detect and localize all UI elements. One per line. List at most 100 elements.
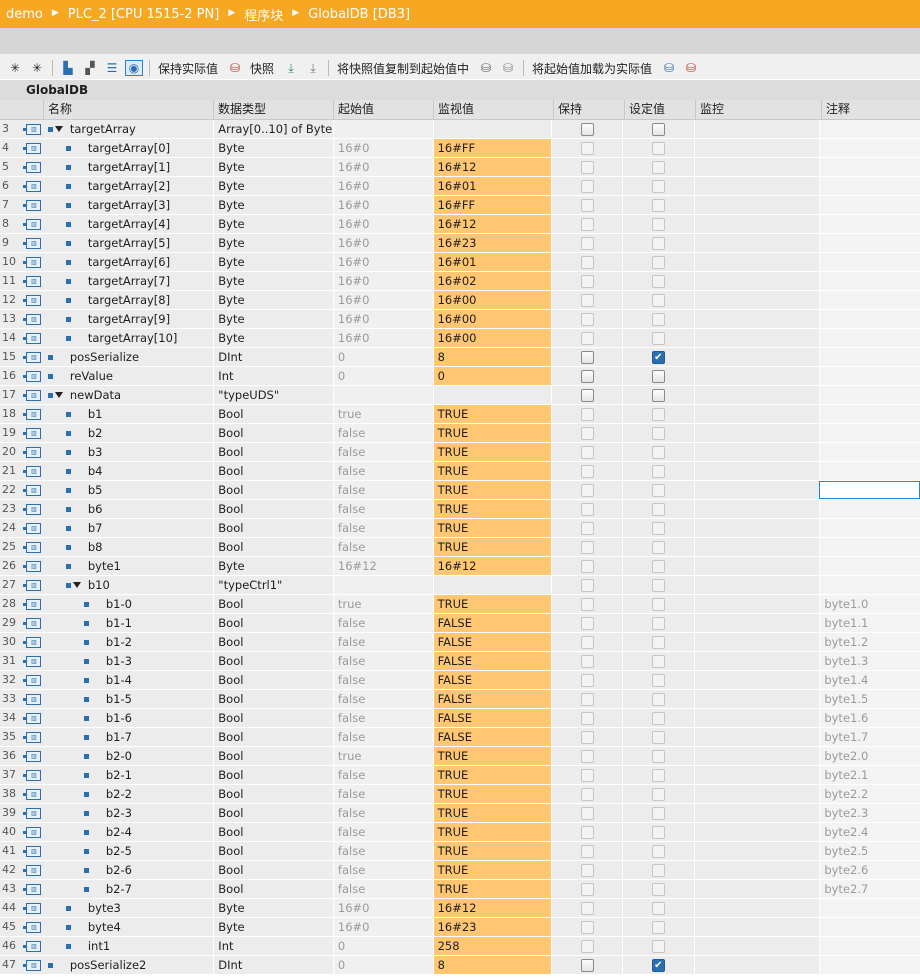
supervision-cell[interactable]: [693, 462, 820, 480]
header-comment[interactable]: 注释: [822, 100, 920, 119]
datatype-cell[interactable]: Bool: [213, 842, 333, 860]
breadcrumb-block[interactable]: GlobalDB [DB3]: [308, 7, 410, 22]
supervision-cell[interactable]: [693, 652, 820, 670]
comment-cell[interactable]: [819, 139, 920, 157]
retain-cell[interactable]: [551, 842, 622, 860]
datatype-cell[interactable]: Bool: [213, 519, 333, 537]
supervision-cell[interactable]: [693, 329, 820, 347]
supervision-cell[interactable]: [693, 709, 820, 727]
copy-to-start-alt-icon[interactable]: ⛁: [499, 60, 517, 76]
datatype-cell[interactable]: Bool: [213, 500, 333, 518]
retain-checkbox[interactable]: [580, 654, 594, 668]
start-value-cell[interactable]: false: [332, 462, 433, 480]
header-type[interactable]: 数据类型: [214, 100, 334, 119]
datatype-cell[interactable]: Bool: [213, 462, 333, 480]
retain-checkbox[interactable]: [580, 597, 594, 611]
supervision-cell[interactable]: [693, 443, 820, 461]
start-value-cell[interactable]: false: [332, 861, 433, 879]
setpoint-cell[interactable]: [621, 899, 694, 917]
setpoint-checkbox[interactable]: [651, 578, 665, 592]
comment-cell[interactable]: [819, 196, 920, 214]
setpoint-checkbox[interactable]: [651, 920, 665, 934]
setpoint-checkbox[interactable]: [651, 236, 665, 250]
setpoint-cell[interactable]: [621, 918, 694, 936]
table-row[interactable]: 25 ▥ b8 Bool false TRUE: [0, 538, 920, 557]
name-cell[interactable]: b1-3: [43, 652, 214, 670]
start-value-cell[interactable]: 16#0: [332, 177, 433, 195]
monitor-glasses-icon[interactable]: ◉: [125, 60, 143, 76]
datatype-cell[interactable]: Bool: [213, 728, 333, 746]
comment-cell[interactable]: byte2.6: [819, 861, 920, 879]
setpoint-cell[interactable]: [621, 709, 694, 727]
expand-all-icon[interactable]: ▙: [59, 60, 77, 76]
comment-cell[interactable]: [819, 348, 920, 366]
table-row[interactable]: 30 ▥ b1-2 Bool false FALSE byte1.2: [0, 633, 920, 652]
setpoint-cell[interactable]: [621, 158, 694, 176]
name-cell[interactable]: targetArray[8]: [43, 291, 214, 309]
name-cell[interactable]: b6: [43, 500, 214, 518]
supervision-cell[interactable]: [693, 861, 820, 879]
supervision-cell[interactable]: [693, 918, 820, 936]
comment-cell[interactable]: byte2.1: [819, 766, 920, 784]
supervision-cell[interactable]: [693, 785, 820, 803]
supervision-cell[interactable]: [693, 348, 820, 366]
setpoint-checkbox[interactable]: [651, 502, 665, 516]
table-row[interactable]: 46 ▥ int1 Int 0 258: [0, 937, 920, 956]
datatype-cell[interactable]: Int: [213, 367, 333, 385]
setpoint-cell[interactable]: [621, 424, 694, 442]
setpoint-cell[interactable]: [621, 880, 694, 898]
datatype-cell[interactable]: Bool: [213, 671, 333, 689]
setpoint-checkbox[interactable]: [651, 635, 665, 649]
name-cell[interactable]: b10: [43, 576, 214, 594]
supervision-cell[interactable]: [693, 880, 820, 898]
start-value-cell[interactable]: 16#12: [332, 557, 433, 575]
comment-cell[interactable]: [819, 405, 920, 423]
supervision-cell[interactable]: [693, 481, 820, 499]
table-row[interactable]: 19 ▥ b2 Bool false TRUE: [0, 424, 920, 443]
supervision-cell[interactable]: [693, 405, 820, 423]
comment-cell[interactable]: [819, 918, 920, 936]
table-row[interactable]: 6 ▥ targetArray[2] Byte 16#0 16#01: [0, 177, 920, 196]
retain-checkbox[interactable]: [580, 616, 594, 630]
comment-cell[interactable]: byte1.3: [819, 652, 920, 670]
start-value-cell[interactable]: false: [332, 424, 433, 442]
supervision-cell[interactable]: [693, 234, 820, 252]
name-cell[interactable]: b1-1: [43, 614, 214, 632]
copy-to-start-icon[interactable]: ⛁: [477, 60, 495, 76]
comment-cell[interactable]: byte2.0: [819, 747, 920, 765]
comment-cell[interactable]: [819, 443, 920, 461]
start-value-cell[interactable]: false: [332, 614, 433, 632]
name-cell[interactable]: byte3: [43, 899, 214, 917]
setpoint-checkbox[interactable]: [651, 806, 665, 820]
table-row[interactable]: 10 ▥ targetArray[6] Byte 16#0 16#01: [0, 253, 920, 272]
retain-cell[interactable]: [551, 443, 622, 461]
name-cell[interactable]: targetArray[9]: [43, 310, 214, 328]
setpoint-cell[interactable]: [621, 766, 694, 784]
datatype-cell[interactable]: Bool: [213, 880, 333, 898]
name-cell[interactable]: b2-5: [43, 842, 214, 860]
retain-checkbox[interactable]: [580, 407, 594, 421]
setpoint-cell[interactable]: [621, 253, 694, 271]
table-row[interactable]: 37 ▥ b2-1 Bool false TRUE byte2.1: [0, 766, 920, 785]
table-row[interactable]: 27 ▥ b10 "typeCtrl1": [0, 576, 920, 595]
start-value-cell[interactable]: false: [332, 785, 433, 803]
setpoint-cell[interactable]: [621, 329, 694, 347]
name-cell[interactable]: reValue: [43, 367, 214, 385]
start-value-cell[interactable]: false: [332, 538, 433, 556]
datatype-cell[interactable]: Byte: [213, 329, 333, 347]
retain-checkbox[interactable]: [580, 445, 594, 459]
setpoint-cell[interactable]: [621, 652, 694, 670]
copy-snapshot-to-start-button[interactable]: 将快照值复制到起始值中: [337, 60, 469, 77]
list-view-icon[interactable]: ☰: [103, 60, 121, 76]
retain-checkbox[interactable]: [580, 844, 594, 858]
table-row[interactable]: 40 ▥ b2-4 Bool false TRUE byte2.4: [0, 823, 920, 842]
datatype-cell[interactable]: Bool: [213, 405, 333, 423]
header-monitor[interactable]: 监视值: [434, 100, 554, 119]
retain-cell[interactable]: [551, 785, 622, 803]
setpoint-cell[interactable]: [621, 595, 694, 613]
table-row[interactable]: 5 ▥ targetArray[1] Byte 16#0 16#12: [0, 158, 920, 177]
comment-cell[interactable]: [819, 253, 920, 271]
name-cell[interactable]: posSerialize2: [43, 956, 214, 974]
retain-cell[interactable]: [551, 519, 622, 537]
supervision-cell[interactable]: [693, 614, 820, 632]
